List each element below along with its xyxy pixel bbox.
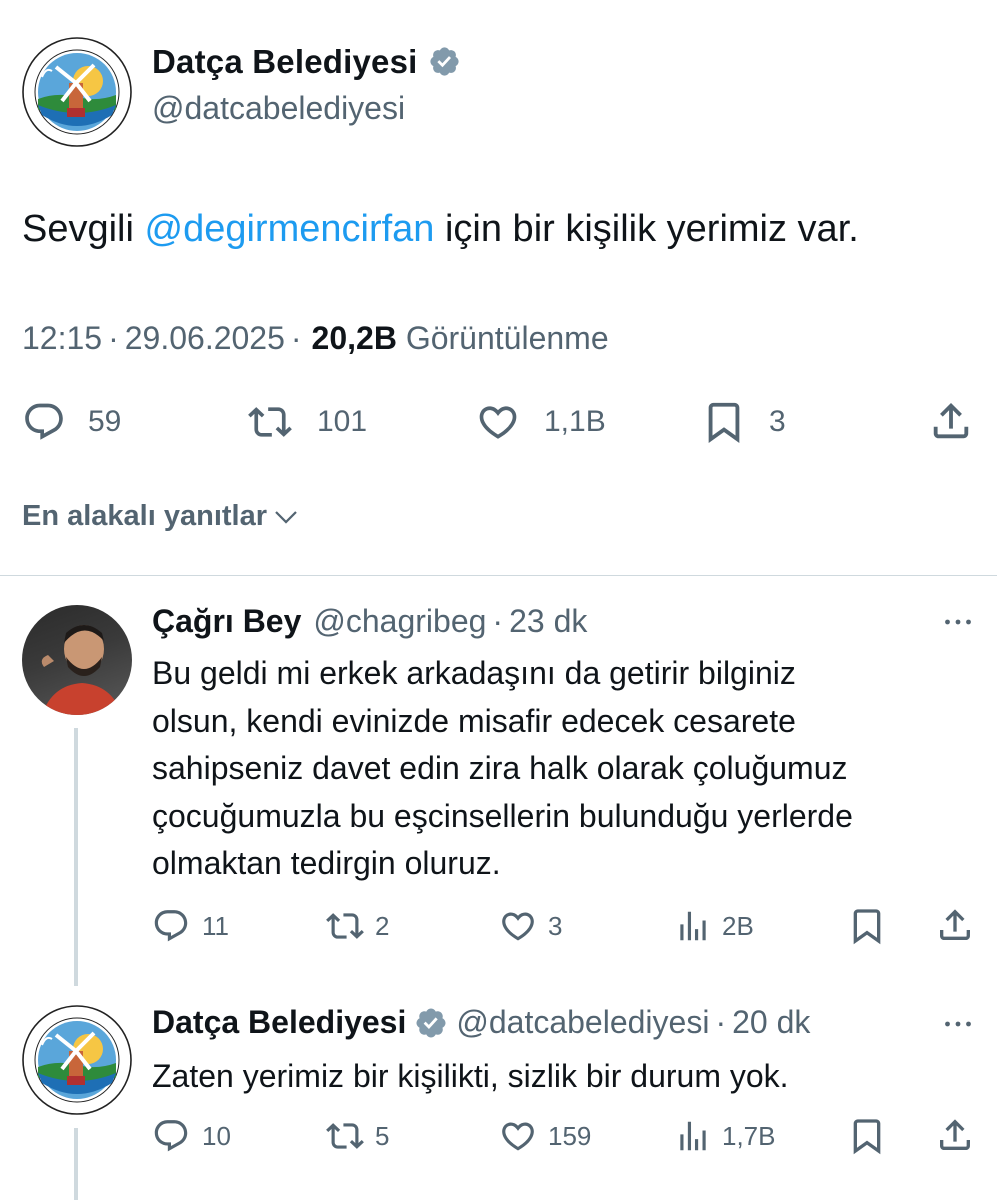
share-icon <box>928 398 974 444</box>
meta-separator: · <box>108 320 119 356</box>
thread-line <box>74 728 78 986</box>
repost-button[interactable]: 5 <box>325 1117 389 1155</box>
bookmark-button[interactable] <box>847 905 887 947</box>
share-button[interactable] <box>935 1115 975 1155</box>
like-count: 1,1B <box>544 405 606 438</box>
share-button[interactable] <box>928 398 974 444</box>
reply-button[interactable]: 10 <box>152 1117 231 1155</box>
repost-count: 101 <box>317 405 368 438</box>
reply-text-line: çocuğumuzla bu eşcinsellerin bulunduğu y… <box>152 797 853 834</box>
chevron-down-icon <box>275 510 297 524</box>
repost-count: 2 <box>375 910 390 941</box>
verified-badge-icon[interactable] <box>414 1006 448 1040</box>
reply-count: 10 <box>202 1120 231 1151</box>
bookmark-icon <box>847 905 887 947</box>
views-icon <box>674 1117 712 1155</box>
bookmark-button[interactable] <box>847 1115 887 1157</box>
tweet-time[interactable]: 12:15 <box>22 320 102 356</box>
repost-button[interactable]: 2 <box>325 907 389 945</box>
share-icon <box>935 1115 975 1155</box>
replies-sort-label: En alakalı yanıtlar <box>22 500 268 532</box>
author-name-row[interactable]: Datça Belediyesi <box>152 43 461 81</box>
mention-link[interactable]: @degirmencirfan <box>145 208 435 250</box>
reply-author-name[interactable]: Çağrı Bey <box>152 603 301 640</box>
like-button[interactable]: 1,1B <box>474 400 606 444</box>
more-options-button[interactable] <box>940 1006 976 1050</box>
reply-text-line: Zaten yerimiz bir kişilikti, sizlik bir … <box>152 1058 789 1094</box>
reply-icon <box>152 1117 190 1155</box>
author-name[interactable]: Datça Belediyesi <box>152 43 418 80</box>
share-icon <box>935 905 975 945</box>
tweet-text: Sevgili @degirmencirfan için bir kişilik… <box>22 208 859 251</box>
municipality-logo-icon <box>22 37 132 147</box>
reply-text: Zaten yerimiz bir kişilikti, sizlik bir … <box>152 1053 789 1101</box>
reply-count: 59 <box>88 405 122 438</box>
like-count: 159 <box>548 1120 592 1151</box>
divider <box>0 575 997 576</box>
more-icon <box>945 619 971 625</box>
views-icon <box>674 907 712 945</box>
person-avatar-icon <box>41 625 122 715</box>
repost-icon <box>325 907 365 945</box>
views-button[interactable]: 1,7B <box>674 1117 776 1155</box>
profile-logo[interactable] <box>22 37 132 147</box>
reply-button[interactable]: 59 <box>22 400 121 444</box>
reply-text-line: olmaktan tedirgin oluruz. <box>152 845 501 882</box>
meta-separator: · <box>290 320 302 356</box>
author-handle[interactable]: @datcabelediyesi <box>152 90 405 127</box>
tweet-meta: 12:15 · 29.06.2025 · 20,2B Görüntülenme <box>22 320 609 357</box>
like-icon <box>498 1117 538 1155</box>
reply-button[interactable]: 11 <box>152 907 229 945</box>
reply-header: Datça Belediyesi @datcabelediyesi · 20 d… <box>152 1004 810 1041</box>
tweet-text-after: için bir kişilik yerimiz var. <box>434 208 859 250</box>
reply-text-line: Bu geldi mi erkek arkadaşını da getirir … <box>152 655 796 691</box>
reply-separator: · <box>715 1004 727 1040</box>
verified-badge-icon[interactable] <box>428 45 461 78</box>
municipality-logo-icon <box>22 1005 132 1115</box>
tweet-date[interactable]: 29.06.2025 <box>125 320 285 356</box>
views-count: 20,2B <box>311 320 397 356</box>
thread-line <box>74 1128 78 1200</box>
reply-separator: · <box>492 603 504 639</box>
avatar[interactable] <box>22 605 132 715</box>
views-button[interactable]: 2B <box>674 907 754 945</box>
like-icon <box>474 400 522 444</box>
repost-icon <box>247 400 293 444</box>
more-icon <box>945 1021 971 1027</box>
bookmark-icon <box>701 398 747 446</box>
more-options-button[interactable] <box>940 604 976 648</box>
like-button[interactable]: 159 <box>498 1117 591 1155</box>
reply-author-name[interactable]: Datça Belediyesi <box>152 1004 406 1041</box>
reply-author-handle[interactable]: @chagribeg <box>313 603 486 640</box>
repost-button[interactable]: 101 <box>247 400 367 444</box>
like-button[interactable]: 3 <box>498 907 562 945</box>
bookmark-count: 3 <box>769 405 786 438</box>
reply-text: Bu geldi mi erkek arkadaşını da getirir … <box>152 650 853 888</box>
tweet-text-before: Sevgili <box>22 208 145 250</box>
reply-author-handle[interactable]: @datcabelediyesi <box>456 1004 709 1041</box>
reply-header: Çağrı Bey @chagribeg · 23 dk <box>152 603 587 640</box>
views-label: Görüntülenme <box>405 320 609 356</box>
reply-count: 11 <box>202 910 229 941</box>
bookmark-button[interactable]: 3 <box>701 398 786 446</box>
reply-text-line: sahipseniz davet edin zira halk olarak ç… <box>152 750 848 787</box>
repost-icon <box>325 1117 365 1155</box>
reply-time[interactable]: 23 dk <box>509 603 587 640</box>
reply-icon <box>152 907 190 945</box>
views-count: 1,7B <box>722 1120 776 1151</box>
replies-sort-dropdown[interactable]: En alakalı yanıtlar <box>22 500 301 533</box>
reply-time[interactable]: 20 dk <box>732 1004 810 1041</box>
reply-text-line: olsun, kendi evinizde misafir edecek ces… <box>152 702 796 739</box>
repost-count: 5 <box>375 1120 390 1151</box>
share-button[interactable] <box>935 905 975 945</box>
bookmark-icon <box>847 1115 887 1157</box>
like-count: 3 <box>548 910 563 941</box>
views-count: 2B <box>722 910 754 941</box>
avatar[interactable] <box>22 1005 132 1115</box>
like-icon <box>498 907 538 945</box>
reply-icon <box>22 400 66 444</box>
